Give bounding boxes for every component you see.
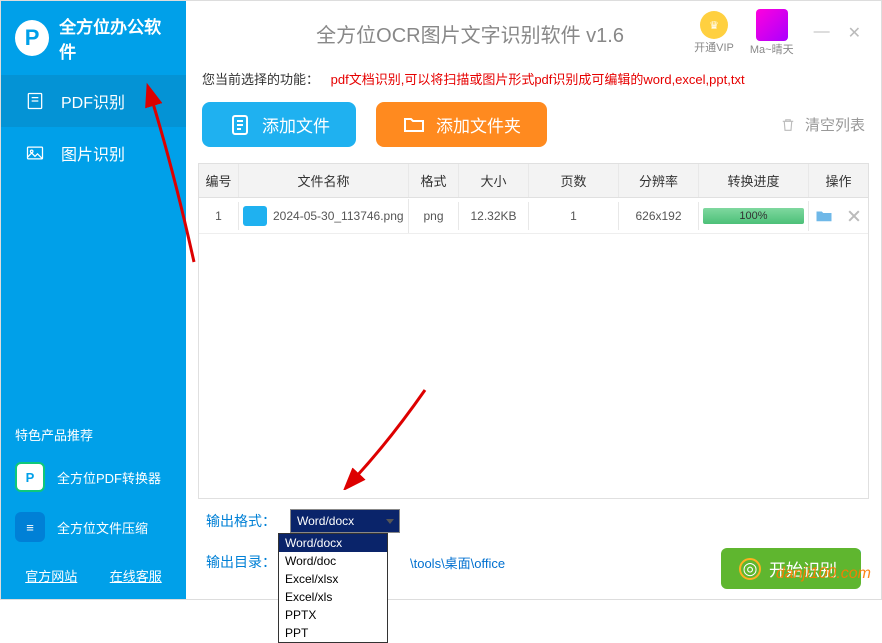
output-format-select[interactable]: Word/docx [290,509,400,533]
format-option[interactable]: Word/doc [279,552,387,570]
logo-icon: P [15,20,49,56]
th-pages: 页数 [529,164,619,197]
vip-button[interactable]: ♛ 开通VIP [694,11,734,55]
clear-list-label: 清空列表 [805,114,865,135]
clear-list-button[interactable]: 清空列表 [779,114,865,135]
promo-label: 全方位文件压缩 [57,518,148,537]
trash-icon [779,116,797,134]
folder-icon [402,113,426,137]
sidebar: P 全方位办公软件 PDF识别 图片识别 特色产品推荐 P 全方位PDF转换器 … [1,1,186,599]
desc-label: 您当前选择的功能： [202,72,319,87]
bottom-links: 官方网站 在线客服 [1,552,186,599]
close-icon[interactable]: ✕ [844,23,865,43]
cell-filename: 2024-05-30_113746.png [273,209,404,223]
cell-resolution: 626x192 [619,202,699,230]
target-icon: ◎ [739,558,761,580]
output-dir-value: \tools\桌面\office [410,553,505,572]
output-format-label: 输出格式： [206,511,276,531]
cell-pages: 1 [529,202,619,230]
window-controls: — ✕ [810,23,865,43]
user-block[interactable]: Ma~晴天 [750,9,794,57]
output-settings: 输出格式： Word/docx Word/docx Word/doc Excel… [186,499,881,599]
add-file-button[interactable]: 添加文件 [202,102,356,147]
main: 全方位OCR图片文字识别软件 v1.6 ♛ 开通VIP Ma~晴天 — ✕ 您当… [186,1,881,599]
table-row[interactable]: 1 2024-05-30_113746.png png 12.32KB 1 62… [199,198,868,234]
link-support[interactable]: 在线客服 [110,566,162,585]
user-name: Ma~晴天 [750,41,794,57]
action-bar: 添加文件 添加文件夹 清空列表 [186,92,881,157]
start-recognize-button[interactable]: ◎ 开始识别 [721,548,861,589]
compress-icon: ≡ [15,512,45,542]
output-dir-label: 输出目录： [206,552,276,572]
format-option[interactable]: Word/docx [279,534,387,552]
promo-header: 特色产品推荐 [1,417,186,452]
file-thumb-icon [243,206,267,226]
cell-name: 2024-05-30_113746.png [239,199,409,233]
sidebar-item-pdf[interactable]: PDF识别 [1,75,186,127]
sidebar-item-image[interactable]: 图片识别 [1,127,186,179]
delete-row-icon[interactable] [845,208,863,224]
desc-text: pdf文档识别,可以将扫描或图片形式pdf识别成可编辑的word,excel,p… [331,72,745,87]
vip-label: 开通VIP [694,39,734,55]
format-option[interactable]: Excel/xls [279,588,387,606]
start-label: 开始识别 [769,556,837,581]
add-folder-button[interactable]: 添加文件夹 [376,102,547,147]
logo-text: 全方位办公软件 [59,13,172,63]
th-index: 编号 [199,164,239,197]
link-website[interactable]: 官方网站 [25,566,77,585]
th-size: 大小 [459,164,529,197]
promo-label: 全方位PDF转换器 [57,468,161,487]
minimize-icon[interactable]: — [810,23,834,43]
crown-icon: ♛ [700,11,728,39]
cell-operations [809,201,868,231]
add-folder-label: 添加文件夹 [436,112,521,137]
format-option[interactable]: PPTX [279,606,387,624]
avatar [756,9,788,41]
function-description: 您当前选择的功能： pdf文档识别,可以将扫描或图片形式pdf识别成可编辑的wo… [186,65,881,92]
cell-progress: 100% [699,201,809,231]
logo: P 全方位办公软件 [1,1,186,75]
th-operations: 操作 [809,164,868,197]
output-format-row: 输出格式： Word/docx [206,509,861,533]
th-name: 文件名称 [239,164,409,197]
th-resolution: 分辨率 [619,164,699,197]
format-option[interactable]: Excel/xlsx [279,570,387,588]
file-icon [228,113,252,137]
open-folder-icon[interactable] [815,208,833,224]
image-icon [25,143,45,163]
add-file-label: 添加文件 [262,112,330,137]
file-table: 编号 文件名称 格式 大小 页数 分辨率 转换进度 操作 1 2024-05-3… [198,163,869,499]
sidebar-item-label: 图片识别 [61,141,125,165]
table-header: 编号 文件名称 格式 大小 页数 分辨率 转换进度 操作 [199,164,868,198]
pdf-icon [25,91,45,111]
promo-file-compress[interactable]: ≡ 全方位文件压缩 [1,502,186,552]
format-option[interactable]: PPT [279,624,387,642]
promo-pdf-converter[interactable]: P 全方位PDF转换器 [1,452,186,502]
sidebar-item-label: PDF识别 [61,89,125,113]
output-format-dropdown: Word/docx Word/doc Excel/xlsx Excel/xls … [278,533,388,643]
topbar: 全方位OCR图片文字识别软件 v1.6 ♛ 开通VIP Ma~晴天 — ✕ [186,1,881,65]
app-title: 全方位OCR图片文字识别软件 v1.6 [202,19,678,48]
cell-format: png [409,202,459,230]
pdf-converter-icon: P [15,462,45,492]
cell-index: 1 [199,202,239,230]
th-progress: 转换进度 [699,164,809,197]
th-format: 格式 [409,164,459,197]
cell-size: 12.32KB [459,202,529,230]
